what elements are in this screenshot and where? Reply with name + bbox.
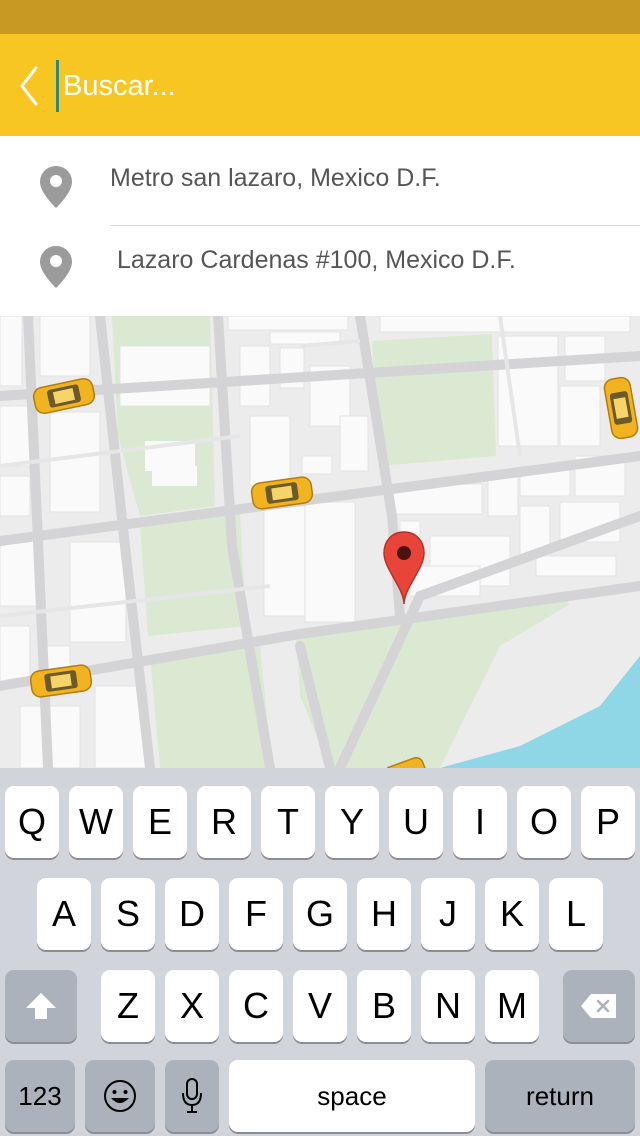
search-header [0, 34, 640, 136]
key-e[interactable]: E [133, 786, 187, 858]
result-label: Lazaro Cardenas #100, Mexico D.F. [117, 246, 516, 274]
key-j[interactable]: J [421, 878, 475, 950]
key-c[interactable]: C [229, 970, 283, 1042]
park [372, 334, 496, 466]
delete-key[interactable] [563, 970, 635, 1042]
key-t[interactable]: T [261, 786, 315, 858]
return-key[interactable]: return [485, 1060, 635, 1132]
space-key[interactable]: space [229, 1060, 475, 1132]
key-l[interactable]: L [549, 878, 603, 950]
key-u[interactable]: U [389, 786, 443, 858]
key-o[interactable]: O [517, 786, 571, 858]
result-label: Metro san lazaro, Mexico D.F. [110, 164, 441, 192]
key-g[interactable]: G [293, 878, 347, 950]
key-v[interactable]: V [293, 970, 347, 1042]
search-input[interactable] [56, 60, 603, 112]
key-h[interactable]: H [357, 878, 411, 950]
microphone-key[interactable] [165, 1060, 219, 1132]
key-y[interactable]: Y [325, 786, 379, 858]
key-f[interactable]: F [229, 878, 283, 950]
key-k[interactable]: K [485, 878, 539, 950]
key-i[interactable]: I [453, 786, 507, 858]
shift-icon [26, 993, 56, 1019]
backspace-icon [581, 994, 616, 1018]
microphone-icon [182, 1078, 202, 1113]
status-bar [0, 0, 640, 34]
result-item[interactable]: Metro san lazaro, Mexico D.F. [0, 136, 640, 226]
key-s[interactable]: S [101, 878, 155, 950]
key-w[interactable]: W [69, 786, 123, 858]
chevron-left-icon [20, 66, 38, 106]
result-item[interactable]: Lazaro Cardenas #100, Mexico D.F. [0, 226, 640, 315]
shift-key[interactable] [5, 970, 77, 1042]
key-x[interactable]: X [165, 970, 219, 1042]
back-button[interactable] [14, 64, 46, 108]
keyboard: Q W E R T Y U I O P A S D F G H J K L Z … [0, 768, 640, 1136]
key-m[interactable]: M [485, 970, 539, 1042]
key-q[interactable]: Q [5, 786, 59, 858]
location-pin-icon [40, 246, 72, 288]
key-d[interactable]: D [165, 878, 219, 950]
key-r[interactable]: R [197, 786, 251, 858]
key-a[interactable]: A [37, 878, 91, 950]
numbers-key[interactable]: 123 [5, 1060, 75, 1132]
key-n[interactable]: N [421, 970, 475, 1042]
results-list: Metro san lazaro, Mexico D.F. Lazaro Car… [0, 136, 640, 316]
map-view[interactable] [0, 316, 640, 768]
location-pin-icon [40, 166, 72, 208]
emoji-key[interactable] [85, 1060, 155, 1132]
key-z[interactable]: Z [101, 970, 155, 1042]
key-p[interactable]: P [581, 786, 635, 858]
key-b[interactable]: B [357, 970, 411, 1042]
map-canvas [0, 316, 640, 768]
emoji-icon [104, 1080, 136, 1112]
